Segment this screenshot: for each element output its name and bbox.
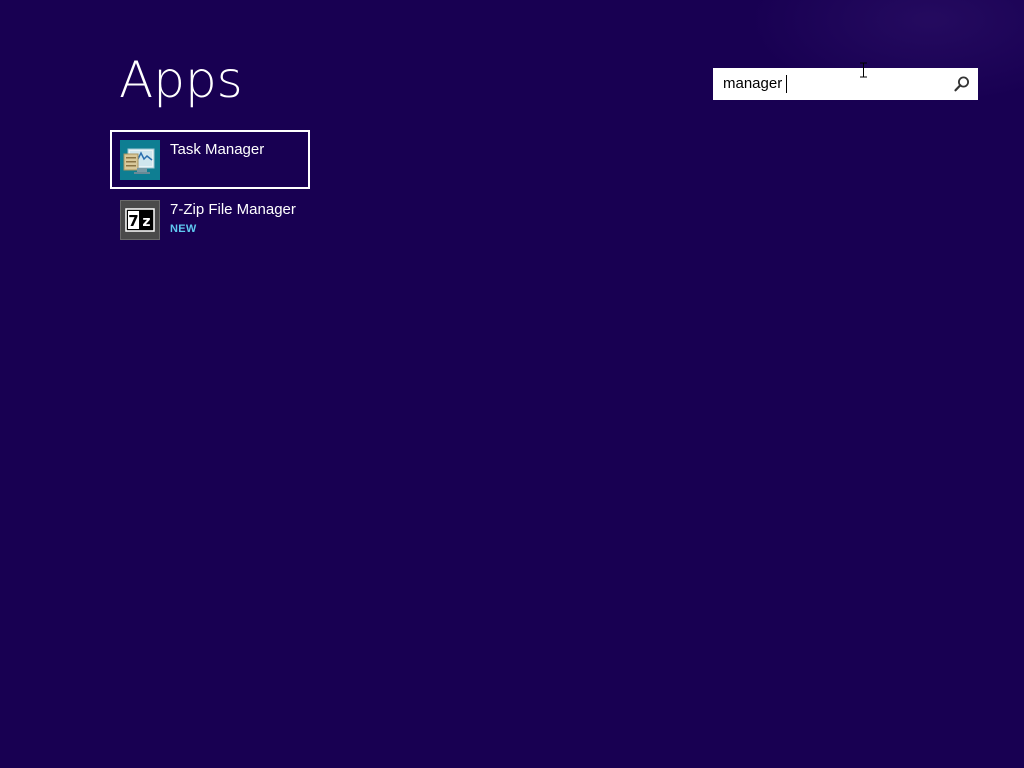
7zip-icon-z: z [142, 214, 150, 230]
new-badge: NEW [170, 223, 197, 235]
7zip-icon: 7 z [120, 200, 160, 240]
search-button[interactable] [946, 68, 978, 100]
search-icon [954, 76, 969, 92]
page-title: Apps [119, 51, 243, 109]
search-input[interactable] [723, 68, 943, 100]
start-screen-apps-view: Apps manager Task Manager 7 z 7-Zip File… [0, 0, 1024, 768]
text-caret [786, 75, 787, 93]
app-result-task-manager[interactable]: Task Manager [110, 130, 310, 189]
task-manager-icon [120, 140, 160, 180]
7zip-icon-seven: 7 [128, 212, 138, 230]
search-box[interactable] [713, 68, 978, 100]
app-name: 7-Zip File Manager [170, 201, 296, 218]
ibeam-cursor-icon [860, 62, 867, 78]
app-result-7zip-file-manager[interactable]: 7 z 7-Zip File Manager NEW [110, 190, 310, 249]
app-name: Task Manager [170, 141, 265, 158]
